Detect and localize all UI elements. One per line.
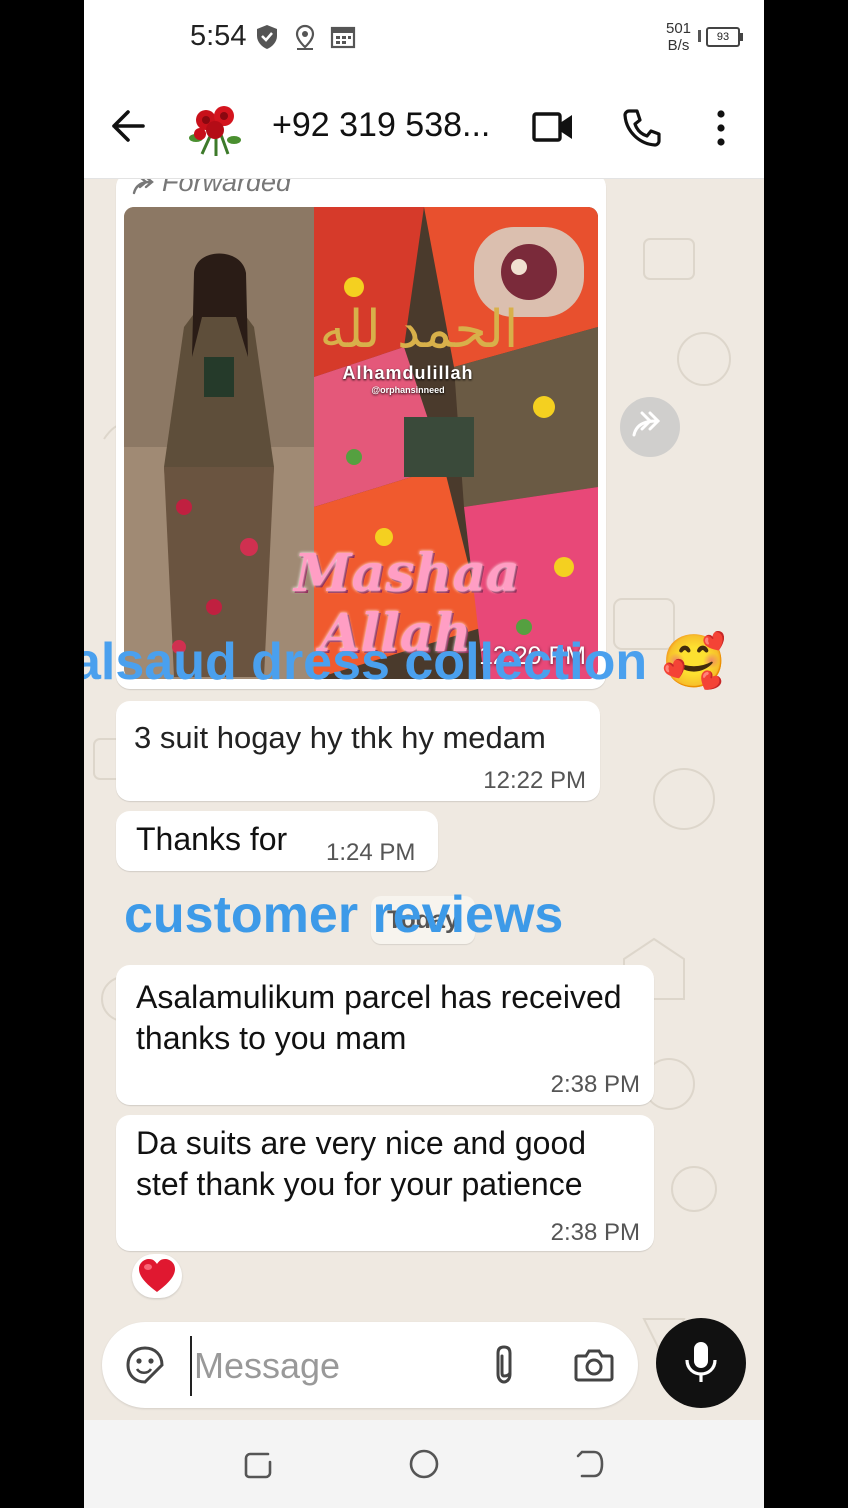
message-bubble[interactable]: Thanks for 1:24 PM	[116, 811, 438, 871]
home-icon[interactable]	[408, 1448, 440, 1480]
overlay-caption-reviews: customer reviews	[124, 886, 564, 944]
message-bubble[interactable]: Da suits are very nice and good stef tha…	[116, 1115, 654, 1251]
message-bubble[interactable]: 3 suit hogay hy thk hy medam 12:22 PM	[116, 701, 600, 801]
forwarded-photo[interactable]: الحمد لله Alhamdulillah @orphansinneed M…	[124, 207, 598, 679]
message-bubble[interactable]: Asalamulikum parcel has received thanks …	[116, 965, 654, 1105]
arabic-calligraphy: الحمد لله	[320, 300, 519, 360]
message-text: 3 suit hogay hy thk hy medam	[134, 720, 546, 755]
signal-indicator-icon	[698, 30, 701, 42]
contact-avatar[interactable]	[182, 94, 248, 160]
system-navigation-bar	[84, 1420, 764, 1508]
message-text: Da suits are very nice and good stef tha…	[136, 1125, 587, 1202]
message-time: 2:38 PM	[550, 1071, 640, 1098]
shield-icon	[257, 25, 277, 49]
message-time: 1:24 PM	[326, 839, 416, 866]
attach-icon[interactable]	[490, 1344, 518, 1386]
roses-avatar-image	[189, 106, 241, 156]
camera-icon[interactable]	[574, 1348, 614, 1382]
forwarded-icon	[132, 179, 154, 195]
heart-icon	[139, 1259, 175, 1292]
message-text: Asalamulikum parcel has received thanks …	[136, 979, 622, 1056]
back-arrow-icon[interactable]	[110, 108, 146, 144]
back-nav-icon[interactable]	[574, 1448, 606, 1480]
message-time: 12:22 PM	[483, 767, 586, 794]
message-time: 2:38 PM	[550, 1219, 640, 1246]
status-bar: 5:54 501 B/s 93	[84, 0, 764, 78]
voice-call-icon[interactable]	[622, 108, 662, 148]
message-composer	[102, 1322, 638, 1408]
chat-header: +92 319 538...	[84, 78, 764, 179]
forwarded-label: Forwarded	[162, 179, 292, 197]
location-icon	[295, 24, 315, 50]
heart-reaction[interactable]	[132, 1254, 182, 1298]
forward-share-button[interactable]	[620, 397, 680, 457]
share-forward-icon	[632, 411, 661, 437]
phone-screen: 5:54 501 B/s 93 +92 319 538... Forwarded…	[84, 0, 764, 1508]
network-speed-unit: B/s	[667, 37, 690, 54]
microphone-icon	[685, 1342, 717, 1382]
more-options-icon[interactable]	[714, 108, 728, 148]
battery-indicator: 93	[706, 27, 743, 47]
recent-apps-icon[interactable]	[242, 1448, 274, 1480]
message-input[interactable]	[190, 1336, 456, 1396]
contact-name[interactable]: +92 319 538...	[272, 106, 490, 145]
status-time: 5:54	[190, 20, 247, 52]
overlay-caption-collection: alsaud dress collection 🥰	[84, 633, 727, 691]
chat-area[interactable]: Forwarded الحمد لله Alhamdulillah @orpha…	[84, 179, 764, 1420]
message-text: Thanks for	[136, 821, 288, 857]
video-call-icon[interactable]	[532, 110, 574, 144]
photo-handle: @orphansinneed	[371, 385, 445, 395]
mashaallah-text-1: Mashaa	[294, 543, 520, 604]
network-speed: 501 B/s	[666, 20, 691, 54]
calendar-icon	[330, 26, 356, 49]
network-speed-value: 501	[666, 20, 692, 37]
voice-record-button[interactable]	[656, 1318, 746, 1408]
emoji-sticker-icon[interactable]	[126, 1346, 164, 1384]
forwarded-photo-message[interactable]: Forwarded الحمد لله Alhamdulillah @orpha…	[116, 179, 606, 689]
alhamdulillah-text: Alhamdulillah	[342, 363, 474, 383]
